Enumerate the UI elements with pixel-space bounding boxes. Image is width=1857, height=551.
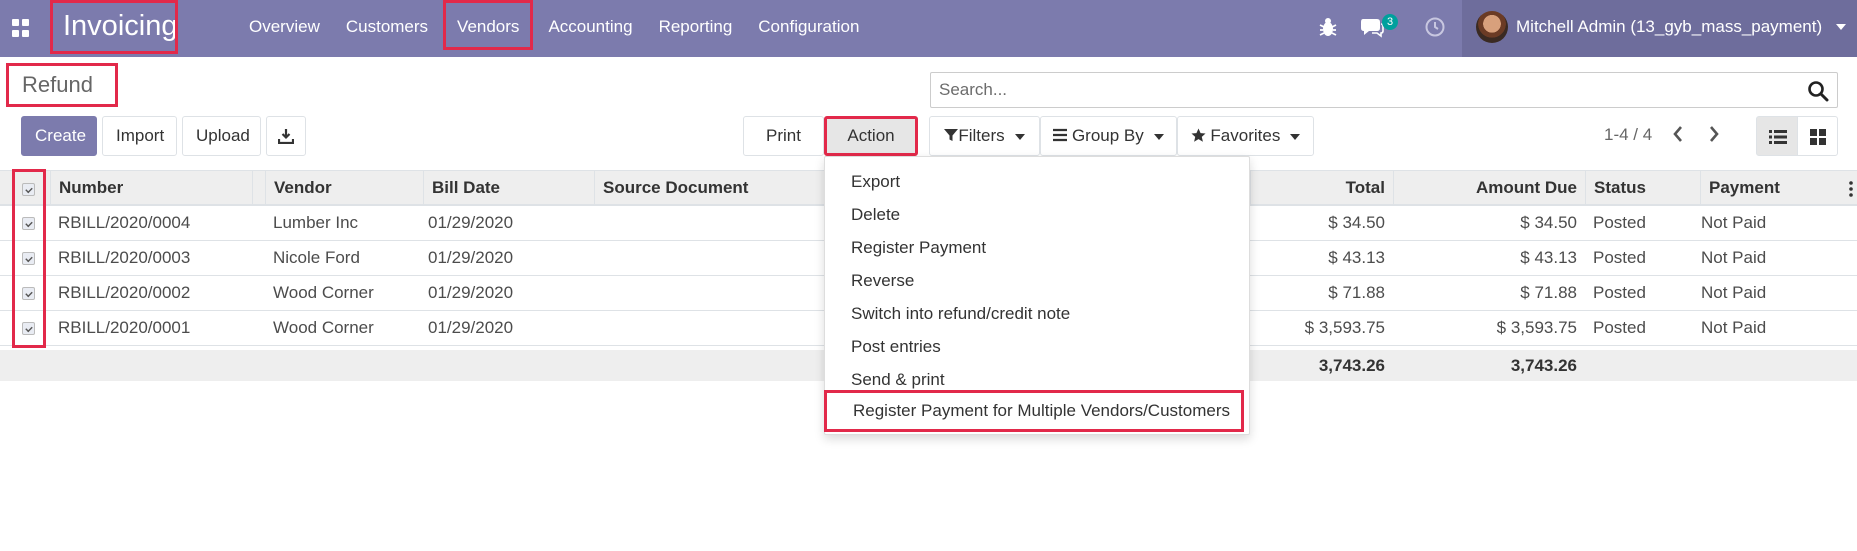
action-switch-refund[interactable]: Switch into refund/credit note bbox=[825, 297, 1249, 330]
list-view-icon bbox=[1769, 130, 1787, 144]
footer-amount-due: 3,743.26 bbox=[1510, 356, 1577, 375]
user-name: Mitchell Admin (13_gyb_mass_payment) bbox=[1516, 17, 1823, 36]
search-box bbox=[930, 72, 1838, 108]
cell-number: RBILL/2020/0001 bbox=[58, 318, 191, 337]
action-export[interactable]: Export bbox=[825, 165, 1249, 198]
caret-down-icon bbox=[1153, 133, 1164, 140]
top-navbar: Invoicing Overview Customers Vendors Acc… bbox=[0, 0, 1857, 57]
cell-bill-date: 01/29/2020 bbox=[428, 248, 514, 267]
filters-button[interactable]: Filters bbox=[929, 116, 1040, 156]
optional-columns-icon[interactable] bbox=[1848, 181, 1854, 197]
cell-vendor: Lumber Inc bbox=[273, 213, 359, 232]
print-button[interactable]: Print bbox=[743, 116, 824, 178]
action-reverse[interactable]: Reverse bbox=[825, 264, 1249, 297]
groupby-label: Group By bbox=[1071, 126, 1144, 145]
column-bill-date[interactable]: Bill Date bbox=[423, 171, 594, 205]
search-icon[interactable] bbox=[1807, 80, 1829, 102]
action-register-payment-multiple[interactable]: Register Payment for Multiple Vendors/Cu… bbox=[824, 390, 1244, 432]
cell-total: $ 34.50 bbox=[1328, 213, 1385, 232]
page-title: Refund bbox=[6, 63, 118, 107]
user-caret-icon bbox=[1836, 24, 1846, 30]
create-button[interactable]: Create bbox=[21, 116, 97, 156]
menu-customers[interactable]: Customers bbox=[333, 0, 441, 50]
menu-configuration[interactable]: Configuration bbox=[745, 0, 872, 50]
group-bars-icon bbox=[1053, 128, 1068, 142]
cell-bill-date: 01/29/2020 bbox=[428, 283, 514, 302]
menu-overview[interactable]: Overview bbox=[236, 0, 333, 50]
cell-bill-date: 01/29/2020 bbox=[428, 213, 514, 232]
menu-reporting[interactable]: Reporting bbox=[646, 0, 746, 50]
cell-status: Posted bbox=[1593, 213, 1646, 232]
search-input[interactable] bbox=[931, 73, 1781, 107]
cell-amount-due: $ 3,593.75 bbox=[1496, 318, 1577, 337]
print-label: Print bbox=[766, 126, 801, 145]
list-view-button[interactable] bbox=[1756, 116, 1798, 156]
column-total[interactable]: Total bbox=[1250, 171, 1393, 205]
cell-number: RBILL/2020/0004 bbox=[58, 213, 191, 232]
menu-accounting[interactable]: Accounting bbox=[535, 0, 645, 50]
cell-total: $ 43.13 bbox=[1328, 248, 1385, 267]
upload-button[interactable]: Upload bbox=[182, 116, 261, 156]
cell-number: RBILL/2020/0003 bbox=[58, 248, 191, 267]
user-menu[interactable]: Mitchell Admin (13_gyb_mass_payment) bbox=[1462, 0, 1857, 57]
footer-total: 3,743.26 bbox=[1318, 356, 1385, 375]
cell-status: Posted bbox=[1593, 318, 1646, 337]
cell-vendor: Wood Corner bbox=[273, 318, 374, 337]
activity-clock-icon[interactable] bbox=[1424, 16, 1446, 38]
menu-vendors[interactable]: Vendors bbox=[443, 0, 534, 50]
cell-status: Posted bbox=[1593, 248, 1646, 267]
column-resize-handle[interactable] bbox=[252, 171, 253, 205]
chevron-right-icon[interactable] bbox=[1706, 122, 1722, 146]
main-menu: Overview Customers Vendors Accounting Re… bbox=[236, 0, 872, 57]
cell-number: RBILL/2020/0002 bbox=[58, 283, 191, 302]
cell-payment: Not Paid bbox=[1701, 283, 1767, 302]
favorites-label: Favorites bbox=[1210, 126, 1281, 145]
column-amount-due[interactable]: Amount Due bbox=[1393, 171, 1585, 205]
action-button[interactable]: Action bbox=[824, 116, 918, 174]
filters-label: Filters bbox=[958, 126, 1005, 145]
chevron-left-icon[interactable] bbox=[1670, 122, 1686, 146]
action-post-entries[interactable]: Post entries bbox=[825, 330, 1249, 363]
cell-vendor: Wood Corner bbox=[273, 283, 374, 302]
user-avatar bbox=[1476, 11, 1508, 43]
cell-payment: Not Paid bbox=[1701, 213, 1767, 232]
action-delete[interactable]: Delete bbox=[825, 198, 1249, 231]
cell-amount-due: $ 34.50 bbox=[1520, 213, 1577, 232]
groupby-button[interactable]: Group By bbox=[1040, 116, 1177, 156]
app-brand[interactable]: Invoicing bbox=[50, 0, 178, 54]
cell-total: $ 3,593.75 bbox=[1304, 318, 1385, 337]
action-label: Action bbox=[847, 126, 895, 145]
download-xlsx-button[interactable] bbox=[266, 116, 306, 156]
kanban-view-button[interactable] bbox=[1797, 116, 1838, 156]
cell-payment: Not Paid bbox=[1701, 248, 1767, 267]
cell-amount-due: $ 43.13 bbox=[1520, 248, 1577, 267]
checkbox-column-highlight bbox=[12, 169, 46, 348]
cell-bill-date: 01/29/2020 bbox=[428, 318, 514, 337]
cell-status: Posted bbox=[1593, 283, 1646, 302]
pager-value[interactable]: 1-4 / 4 bbox=[1604, 125, 1652, 145]
import-button[interactable]: Import bbox=[102, 116, 177, 156]
apps-menu-icon[interactable] bbox=[12, 19, 30, 37]
column-payment[interactable]: Payment bbox=[1700, 171, 1845, 205]
chat-count-badge: 3 bbox=[1382, 14, 1399, 30]
debug-bug-icon[interactable] bbox=[1318, 16, 1338, 38]
kanban-view-icon bbox=[1810, 129, 1826, 145]
column-number[interactable]: Number bbox=[50, 171, 252, 205]
caret-down-icon bbox=[1014, 133, 1025, 140]
column-source-document[interactable]: Source Document bbox=[594, 171, 824, 205]
caret-down-icon bbox=[1290, 133, 1301, 140]
column-vendor[interactable]: Vendor bbox=[265, 171, 423, 205]
cell-total: $ 71.88 bbox=[1328, 283, 1385, 302]
action-register-payment[interactable]: Register Payment bbox=[825, 231, 1249, 264]
cell-vendor: Nicole Ford bbox=[273, 248, 360, 267]
column-status[interactable]: Status bbox=[1585, 171, 1700, 205]
filter-icon bbox=[944, 129, 959, 141]
cell-amount-due: $ 71.88 bbox=[1520, 283, 1577, 302]
download-icon bbox=[277, 129, 295, 145]
cell-payment: Not Paid bbox=[1701, 318, 1767, 337]
action-dropdown-menu: Export Delete Register Payment Reverse S… bbox=[824, 156, 1250, 435]
messages-chat-icon[interactable] bbox=[1360, 16, 1384, 38]
favorites-button[interactable]: Favorites bbox=[1177, 116, 1314, 156]
star-icon bbox=[1191, 128, 1206, 142]
